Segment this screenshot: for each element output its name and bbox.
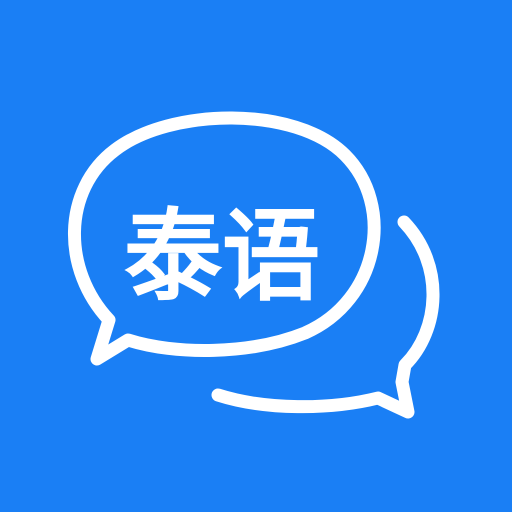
icon-label: 泰语 <box>124 198 320 315</box>
speech-bubbles-icon: 泰语 <box>68 111 440 419</box>
app-icon: 泰语 <box>0 0 512 512</box>
